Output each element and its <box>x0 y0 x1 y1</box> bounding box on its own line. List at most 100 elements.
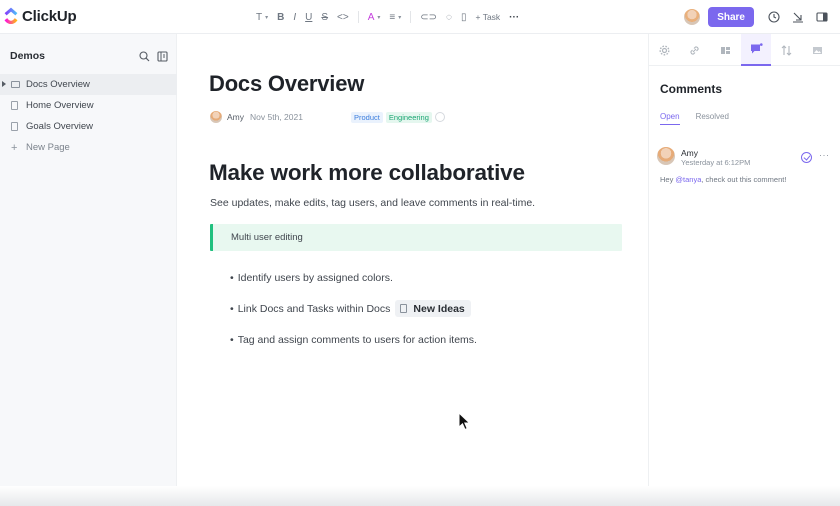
comment-text: Hey <box>660 175 676 184</box>
doc-title[interactable]: Docs Overview <box>209 71 364 97</box>
comment-bubble-icon <box>750 43 763 54</box>
sidebar-item-label: Home Overview <box>26 100 94 111</box>
sidebar: Demos Docs Overview Home Overview Goals … <box>0 34 177 506</box>
sidebar-item-docs-overview[interactable]: Docs Overview <box>0 74 177 95</box>
doc-date: Nov 5th, 2021 <box>250 112 303 122</box>
gear-icon <box>659 44 670 56</box>
callout-text: Multi user editing <box>231 232 303 243</box>
resolve-check-icon[interactable] <box>801 152 812 163</box>
add-task-button[interactable]: + Task <box>476 10 501 24</box>
tab-open[interactable]: Open <box>660 112 680 125</box>
add-tag-icon[interactable] <box>434 112 445 122</box>
list-item-text: Tag and assign comments to users for act… <box>237 334 477 346</box>
user-avatar[interactable] <box>684 9 701 25</box>
panel-tabs <box>649 34 840 66</box>
tab-comments[interactable] <box>740 34 772 66</box>
page-list: Docs Overview Home Overview Goals Overvi… <box>0 74 177 158</box>
author-avatar[interactable] <box>210 111 222 123</box>
toolbar-divider <box>410 11 412 23</box>
bullet-list: • Identify users by assigned colors. • L… <box>230 272 610 365</box>
doc-meta: Amy Nov 5th, 2021 <box>210 110 303 124</box>
link-icon <box>690 45 699 55</box>
window-bottom-edge <box>0 486 840 506</box>
header-actions: Share <box>684 6 840 28</box>
doc-editor[interactable]: Docs Overview Amy Nov 5th, 2021 Product … <box>177 34 647 506</box>
link-icon[interactable]: ⊂⊃ <box>420 10 437 24</box>
clickup-logo-icon <box>4 7 18 24</box>
section-heading[interactable]: Make work more collaborative <box>209 160 525 186</box>
linked-doc-chip[interactable]: New Ideas <box>395 300 471 317</box>
italic-icon[interactable]: I <box>293 10 296 24</box>
clock-icon[interactable] <box>768 11 780 23</box>
comment-filter-tabs: Open Resolved <box>660 112 745 125</box>
share-button[interactable]: Share <box>708 7 754 27</box>
text-color-icon[interactable]: A <box>368 10 381 24</box>
layout-icon <box>720 46 730 54</box>
comments-title: Comments <box>660 82 723 96</box>
top-bar: ClickUp TBIUS <> A ≡ ⊂⊃ ◌ ▯ + Task ··· Share <box>0 0 840 34</box>
sort-arrows-icon <box>781 44 792 56</box>
doc-link-icon[interactable]: ▯ <box>461 10 467 24</box>
more-options-icon[interactable]: ··· <box>509 10 519 24</box>
text-style-icon[interactable]: T <box>256 10 268 24</box>
tab-sort[interactable] <box>771 34 802 66</box>
comment-body: Hey @tanya, check out this comment! <box>660 175 786 184</box>
list-item-text: Link Docs and Tasks within Docs <box>237 303 391 315</box>
doc-page-icon <box>11 122 18 131</box>
collapse-sidebar-icon[interactable] <box>156 50 168 62</box>
align-icon[interactable]: ≡ <box>389 10 401 24</box>
comment-text: , check out this comment! <box>701 175 787 184</box>
tab-settings[interactable] <box>649 34 680 66</box>
tab-resolved[interactable]: Resolved <box>696 112 729 125</box>
clickup-logo[interactable]: ClickUp <box>3 7 77 25</box>
expand-caret-icon[interactable] <box>2 81 6 87</box>
toolbar-divider <box>357 11 359 23</box>
comment-time: Yesterday at 6:12PM <box>681 158 751 167</box>
tab-image[interactable] <box>802 34 833 66</box>
bold-icon[interactable]: B <box>277 10 284 24</box>
tab-layout[interactable] <box>710 34 741 66</box>
sidebar-toggle-icon[interactable] <box>816 11 828 23</box>
mouse-cursor-icon <box>458 412 471 431</box>
bullet-glyph: • <box>230 334 234 346</box>
underline-icon[interactable]: U <box>305 10 312 24</box>
linked-doc-label: New Ideas <box>413 302 465 315</box>
collapse-arrow-icon[interactable] <box>792 11 804 23</box>
commenter-avatar[interactable] <box>657 147 675 165</box>
user-mention[interactable]: @tanya <box>675 175 701 184</box>
strikethrough-icon[interactable]: S <box>321 10 328 24</box>
sidebar-item-goals-overview[interactable]: Goals Overview <box>0 116 177 137</box>
sidebar-item-label: Goals Overview <box>26 121 94 132</box>
doc-page-icon <box>11 101 18 110</box>
list-item-text: Identify users by assigned colors. <box>237 272 393 284</box>
list-item[interactable]: • Tag and assign comments to users for a… <box>230 334 610 365</box>
comments-panel: Comments Open Resolved Amy Yesterday at … <box>648 34 840 506</box>
more-options-icon[interactable]: ··· <box>819 150 830 160</box>
list-item[interactable]: • Identify users by assigned colors. <box>230 272 610 303</box>
plus-icon: + <box>11 141 18 154</box>
doc-icon <box>400 304 408 313</box>
doc-page-icon <box>11 81 20 88</box>
commenter-name: Amy <box>681 148 698 158</box>
list-item[interactable]: • Link Docs and Tasks within Docs New Id… <box>230 300 610 334</box>
editor-toolbar: TBIUS <> A ≡ ⊂⊃ ◌ ▯ + Task ··· <box>256 10 528 24</box>
tag-product[interactable]: Product <box>351 111 383 123</box>
sidebar-item-label: New Page <box>26 142 70 153</box>
sidebar-item-home-overview[interactable]: Home Overview <box>0 95 177 116</box>
lead-paragraph[interactable]: See updates, make edits, tag users, and … <box>210 197 535 209</box>
callout-block[interactable]: Multi user editing <box>210 224 622 251</box>
sidebar-title: Demos <box>10 50 46 62</box>
sidebar-item-label: Docs Overview <box>26 79 90 90</box>
tab-links[interactable] <box>680 34 711 66</box>
comment-icon[interactable]: ◌ <box>446 10 452 24</box>
code-icon[interactable]: <> <box>337 10 349 24</box>
bullet-glyph: • <box>230 272 234 284</box>
tag-engineering[interactable]: Engineering <box>385 111 432 123</box>
doc-tags: Product Engineering <box>351 110 445 124</box>
image-icon <box>812 46 822 54</box>
sidebar-item-new-page[interactable]: + New Page <box>0 137 177 158</box>
app-name: ClickUp <box>22 7 77 25</box>
author-name: Amy <box>227 112 244 122</box>
search-icon[interactable] <box>138 50 150 62</box>
bullet-glyph: • <box>230 303 234 315</box>
